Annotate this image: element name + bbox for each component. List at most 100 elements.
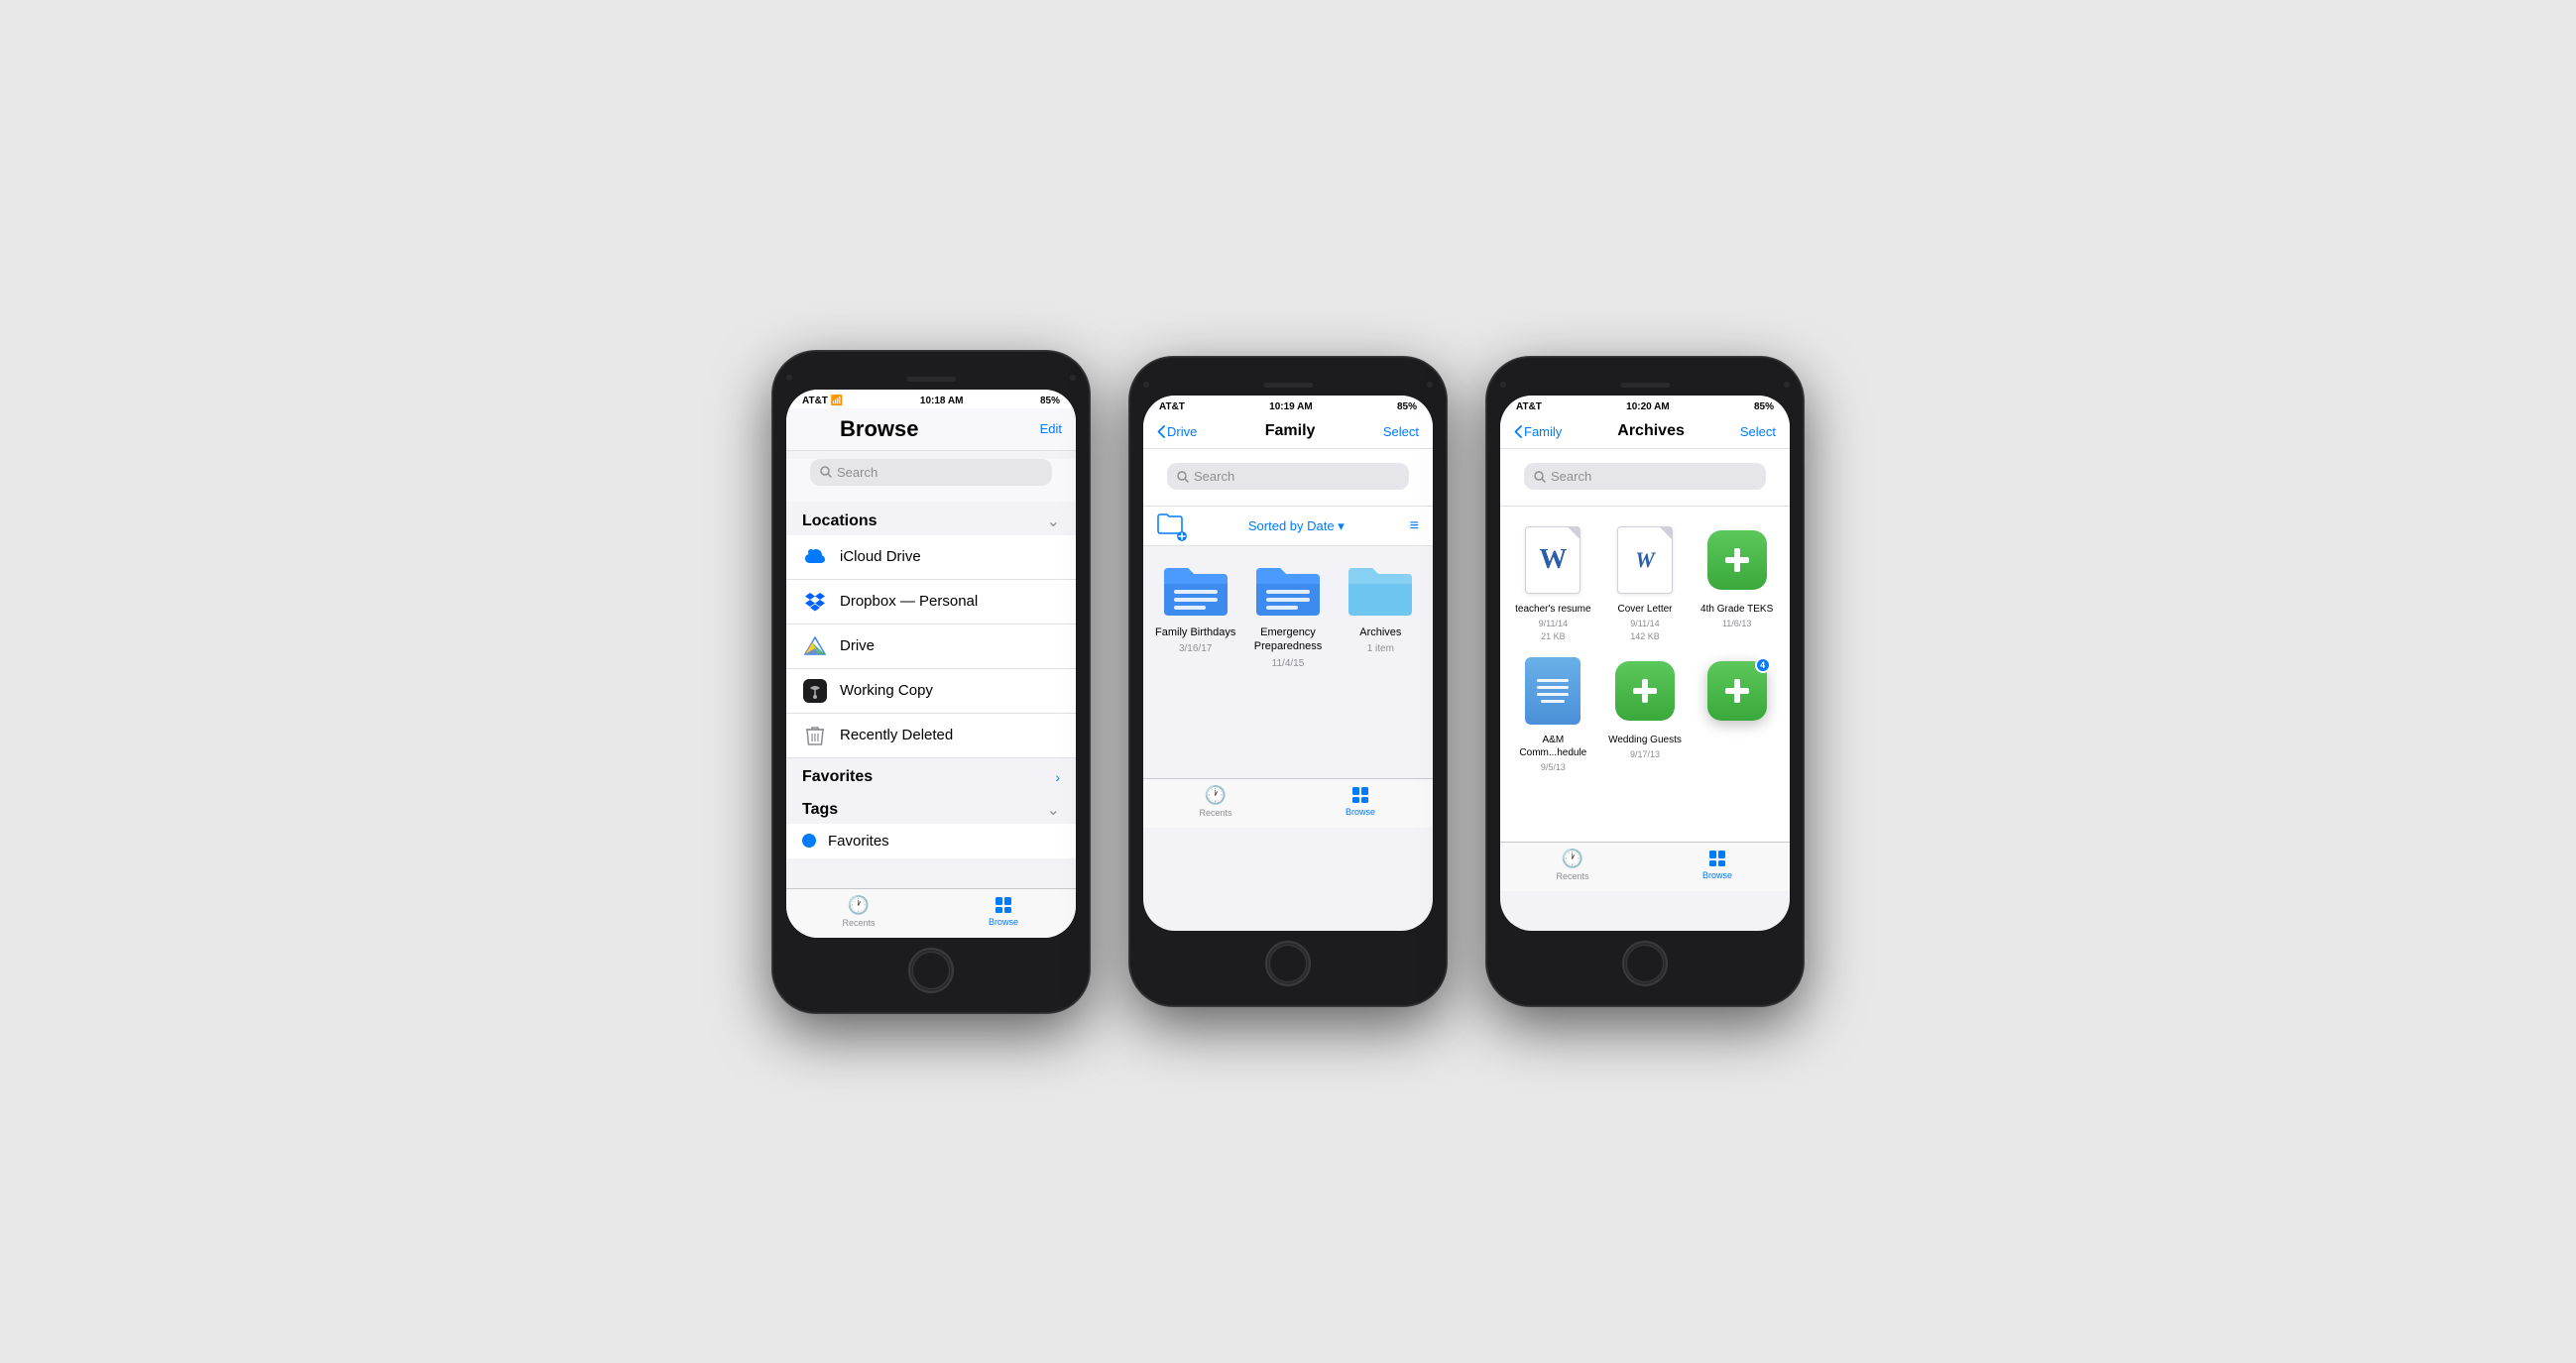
file-4th-grade-date: 11/6/13: [1722, 619, 1751, 628]
location-drive-label: Drive: [840, 637, 875, 654]
favorites-header: Favorites ›: [786, 758, 1076, 790]
time: 10:18 AM: [920, 396, 964, 406]
file-cover-letter-size: 142 KB: [1630, 631, 1660, 641]
file-4th-grade-teks[interactable]: 4th Grade TEKS 11/6/13: [1696, 520, 1778, 641]
list-view-button[interactable]: ≡: [1410, 517, 1419, 535]
file-teachers-resume[interactable]: W teacher's resume 9/11/14 21 KB: [1512, 520, 1594, 641]
dropbox-icon: [802, 589, 828, 615]
search-placeholder-3: Search: [1551, 469, 1591, 484]
tab-recents-label-3: Recents: [1556, 871, 1588, 881]
sort-label[interactable]: Sorted by Date ▾: [1193, 518, 1400, 534]
camera-2: [1143, 382, 1149, 388]
tab-recents-3[interactable]: 🕐 Recents: [1500, 849, 1645, 881]
locations-title: Locations: [802, 512, 878, 530]
back-button-3[interactable]: Family: [1514, 424, 1562, 439]
location-icloud-label: iCloud Drive: [840, 548, 921, 565]
folder-emergency-name: Emergency Preparedness: [1247, 625, 1328, 654]
tab-recents[interactable]: 🕐 Recents: [786, 895, 931, 928]
sensor: [1070, 375, 1076, 381]
select-button-3[interactable]: Select: [1740, 424, 1776, 439]
tab-browse-label-3: Browse: [1702, 870, 1732, 880]
floating-app-item[interactable]: 4: [1696, 651, 1778, 772]
speaker-2: [1263, 383, 1313, 388]
speaker: [906, 377, 956, 382]
tags-chevron[interactable]: ⌄: [1047, 800, 1060, 820]
carrier-3: AT&T: [1516, 401, 1542, 412]
phone-1: AT&T 📶 10:18 AM 85% Browse Edit Search: [772, 351, 1090, 1013]
working-copy-icon: [802, 678, 828, 704]
favorites-chevron[interactable]: ›: [1055, 769, 1060, 785]
tab-bar: 🕐 Recents Browse: [786, 888, 1076, 938]
file-teachers-resume-date: 9/11/14: [1539, 619, 1568, 628]
file-grid: W teacher's resume 9/11/14 21 KB W Cover…: [1500, 507, 1790, 782]
phone-3: AT&T 10:20 AM 85% Family Archives Select…: [1486, 357, 1804, 1006]
time-2: 10:19 AM: [1269, 401, 1313, 412]
page-title: Browse: [840, 416, 1040, 442]
status-bar-3: AT&T 10:20 AM 85%: [1500, 396, 1790, 414]
time-3: 10:20 AM: [1626, 401, 1670, 412]
nav-bar-3: Family Archives Select: [1500, 414, 1790, 449]
sensor-3: [1784, 382, 1790, 388]
tab-browse-3[interactable]: Browse: [1645, 849, 1790, 881]
search-placeholder-2: Search: [1194, 469, 1234, 484]
search-bar-3[interactable]: Search: [1524, 463, 1766, 490]
screen-2: AT&T 10:19 AM 85% Drive Family Select Se…: [1143, 396, 1433, 931]
location-icloud[interactable]: iCloud Drive: [786, 535, 1076, 580]
wifi-icon: 📶: [831, 396, 843, 406]
back-label-3: Family: [1524, 424, 1562, 439]
screen-1: AT&T 📶 10:18 AM 85% Browse Edit Search: [786, 390, 1076, 938]
back-button-2[interactable]: Drive: [1157, 424, 1197, 439]
drive-icon: [802, 633, 828, 659]
add-folder-button[interactable]: [1157, 512, 1183, 539]
icloud-icon: [802, 544, 828, 570]
location-working-copy[interactable]: Working Copy: [786, 669, 1076, 714]
location-dropbox-label: Dropbox — Personal: [840, 593, 978, 610]
camera: [786, 375, 792, 381]
carrier: AT&T: [802, 396, 828, 406]
tab-browse-2[interactable]: Browse: [1288, 785, 1433, 818]
screen-3: AT&T 10:20 AM 85% Family Archives Select…: [1500, 396, 1790, 931]
folder-archives[interactable]: Archives 1 item: [1341, 556, 1421, 669]
file-am-comm[interactable]: A&M Comm...hedule 9/5/13: [1512, 651, 1594, 772]
file-cover-letter-date: 9/11/14: [1630, 619, 1659, 628]
location-wc-label: Working Copy: [840, 682, 933, 699]
favorites-title: Favorites: [802, 768, 873, 786]
home-button-3[interactable]: [1622, 941, 1668, 986]
battery-2: 85%: [1397, 401, 1417, 412]
file-cover-letter-name: Cover Letter: [1617, 603, 1672, 616]
file-wedding-guests-name: Wedding Guests: [1608, 734, 1682, 746]
location-drive[interactable]: Drive: [786, 625, 1076, 669]
tab-browse[interactable]: Browse: [931, 895, 1076, 928]
location-trash-label: Recently Deleted: [840, 727, 953, 743]
locations-chevron[interactable]: ⌄: [1047, 511, 1060, 531]
file-wedding-guests-date: 9/17/13: [1630, 749, 1660, 759]
nav-bar: Browse Edit: [786, 408, 1076, 451]
back-label-2: Drive: [1167, 424, 1197, 439]
select-button-2[interactable]: Select: [1383, 424, 1419, 439]
location-dropbox[interactable]: Dropbox — Personal: [786, 580, 1076, 625]
tab-recents-2[interactable]: 🕐 Recents: [1143, 785, 1288, 818]
file-wedding-guests[interactable]: Wedding Guests 9/17/13: [1604, 651, 1687, 772]
tab-recents-label-2: Recents: [1199, 808, 1231, 818]
search-bar-2[interactable]: Search: [1167, 463, 1409, 490]
file-4th-grade-name: 4th Grade TEKS: [1700, 603, 1773, 616]
home-button[interactable]: [908, 948, 954, 993]
tag-favorites[interactable]: Favorites: [786, 824, 1076, 858]
page-title-2: Family: [1197, 422, 1383, 440]
tab-recents-label: Recents: [842, 918, 875, 928]
location-trash[interactable]: Recently Deleted: [786, 714, 1076, 758]
folder-family-birthdays[interactable]: Family Birthdays 3/16/17: [1155, 556, 1235, 669]
file-am-comm-name: A&M Comm...hedule: [1512, 734, 1594, 759]
file-teachers-resume-name: teacher's resume: [1515, 603, 1590, 616]
search-bar[interactable]: Search: [810, 459, 1052, 486]
edit-button[interactable]: Edit: [1040, 421, 1062, 436]
file-cover-letter[interactable]: W Cover Letter 9/11/14 142 KB: [1604, 520, 1687, 641]
tab-bar-3: 🕐 Recents Browse: [1500, 842, 1790, 891]
home-button-2[interactable]: [1265, 941, 1311, 986]
tab-browse-label-2: Browse: [1346, 807, 1375, 817]
search-placeholder: Search: [837, 465, 878, 480]
folder-birthdays-date: 3/16/17: [1179, 643, 1212, 654]
tab-bar-2: 🕐 Recents Browse: [1143, 778, 1433, 828]
folder-emergency[interactable]: Emergency Preparedness 11/4/15: [1247, 556, 1328, 669]
sensor-2: [1427, 382, 1433, 388]
